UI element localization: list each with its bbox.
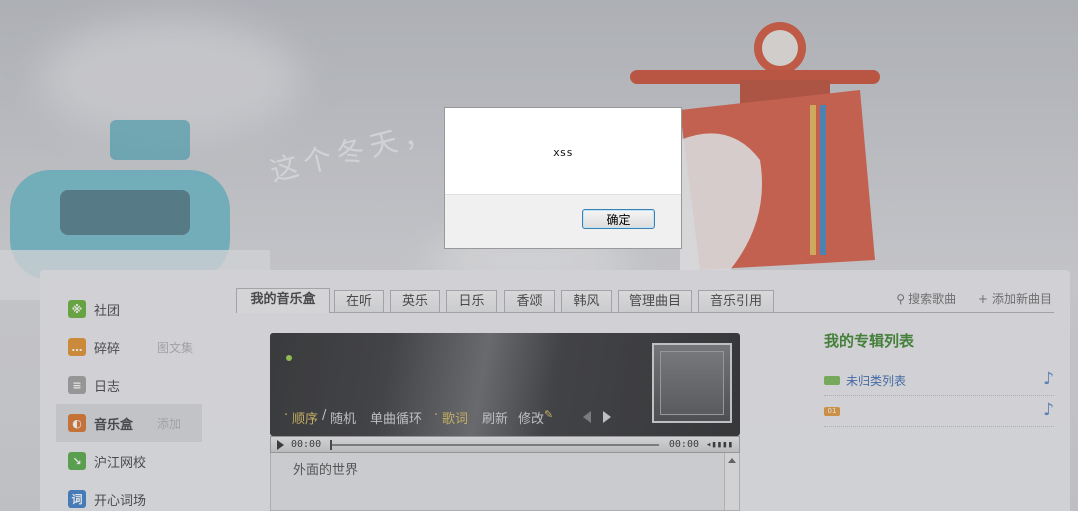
alert-dialog: xss 确定: [444, 107, 682, 249]
modal-overlay: [0, 0, 1078, 511]
ok-button[interactable]: 确定: [582, 209, 655, 229]
alert-footer: 确定: [445, 194, 681, 248]
alert-message: xss: [553, 146, 573, 159]
